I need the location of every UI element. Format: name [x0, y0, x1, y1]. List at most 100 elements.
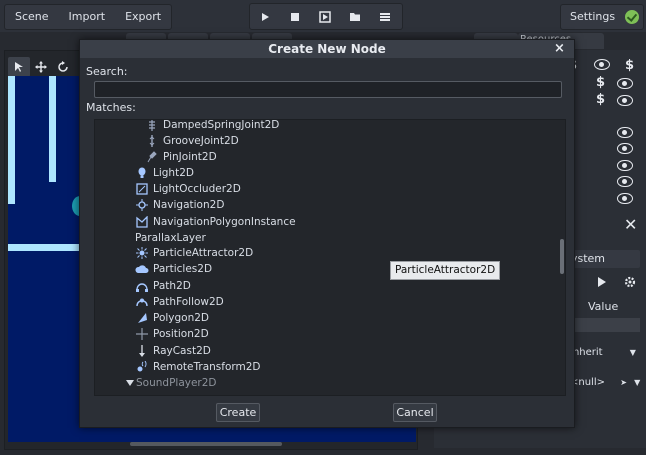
tree-item-label: RemoteTransform2D	[153, 361, 261, 373]
tree-item-label: GrooveJoint2D	[163, 135, 239, 147]
play-button[interactable]	[250, 4, 280, 29]
menu-scene[interactable]: Scene	[5, 5, 59, 29]
property-header: Value	[568, 300, 640, 314]
tooltip: ParticleAttractor2D	[390, 261, 501, 280]
tree-item-polygon[interactable]: Polygon2D	[135, 310, 209, 326]
tree-item-remote-transform[interactable]: RemoteTransform2D	[135, 359, 261, 375]
visibility-icon[interactable]	[617, 127, 633, 138]
list-icon	[380, 12, 390, 21]
tree-item-label: NavigationPolygonInstance	[153, 216, 296, 228]
create-node-dialog: Create New Node × Search: Matches: Dampe…	[79, 39, 575, 428]
tree-item-label: Light2D	[153, 167, 194, 179]
group-icon	[594, 59, 610, 70]
visibility-icon[interactable]	[617, 193, 633, 204]
chevron-right-icon: ➤	[620, 378, 627, 387]
tree-item-groove-joint[interactable]: GrooveJoint2D	[145, 133, 239, 149]
tree-item-raycast[interactable]: RayCast2D	[135, 343, 211, 359]
tree-item-label: Particles2D	[153, 263, 213, 275]
joint-icon	[145, 120, 159, 132]
tree-item-label: RayCast2D	[153, 345, 211, 357]
raycast-icon	[135, 344, 149, 358]
tree-item-label: LightOccluder2D	[153, 183, 241, 195]
resource-value: <null>	[570, 377, 605, 388]
create-button[interactable]: Create	[216, 403, 260, 422]
chevron-down-icon: ▼	[629, 348, 636, 357]
canvas-bar-middle	[49, 76, 56, 182]
tree-item-navigation[interactable]: Navigation2D	[135, 197, 224, 213]
matches-label: Matches:	[86, 101, 136, 114]
path-icon	[135, 279, 149, 293]
visibility-icon[interactable]	[617, 143, 633, 154]
light-occluder-icon	[135, 182, 149, 196]
chevron-down-icon: ▼	[634, 378, 641, 387]
play-icon[interactable]	[597, 276, 607, 288]
tree-item-light[interactable]: Light2D	[135, 165, 194, 181]
canvas-bar-left	[8, 76, 15, 204]
settings-label: Settings	[570, 10, 616, 23]
resource-field[interactable]: <null> ➤ ▼	[570, 377, 640, 388]
cancel-button[interactable]: Cancel	[393, 403, 437, 422]
expand-arrow-icon[interactable]	[125, 376, 135, 390]
polygon-icon	[135, 311, 149, 325]
tree-item-label: PinJoint2D	[163, 151, 217, 163]
tree-item-particles[interactable]: Particles2D	[135, 261, 212, 277]
playback-controls	[249, 3, 403, 30]
menu-import[interactable]: Import	[59, 5, 116, 29]
search-label: Search:	[86, 65, 128, 78]
particle-attractor-icon	[135, 246, 149, 260]
visibility-icon[interactable]	[617, 176, 633, 187]
rotate-icon	[58, 61, 68, 72]
tree-item-label: Path2D	[153, 280, 191, 292]
dialog-title: Create New Node	[268, 42, 386, 56]
tree-item-damped-spring-joint[interactable]: DampedSpringJoint2D	[145, 119, 280, 133]
rotate-tool-button[interactable]	[52, 57, 74, 77]
select-tool-button[interactable]	[8, 57, 30, 77]
tree-item-label: ParticleAttractor2D	[153, 247, 254, 259]
visibility-icon[interactable]	[617, 78, 633, 89]
search-input[interactable]	[94, 81, 562, 98]
tree-item-label: PathFollow2D	[153, 296, 224, 308]
property-row[interactable]	[568, 318, 640, 332]
gear-icon[interactable]	[624, 276, 636, 288]
move-tool-button[interactable]	[30, 57, 52, 77]
menu-export[interactable]: Export	[115, 5, 171, 29]
play-scene-icon	[319, 10, 331, 23]
tree-item-parallax-layer[interactable]: ParallaxLayer	[135, 230, 206, 246]
viewport-horizontal-scrollbar[interactable]	[130, 442, 282, 446]
play-icon	[262, 12, 269, 21]
pin-joint-icon	[145, 150, 159, 164]
inherit-dropdown[interactable]: Inherit ▼	[570, 347, 636, 358]
tree-item-sound-player[interactable]: SoundPlayer2D	[125, 375, 217, 391]
tree-item-pin-joint[interactable]: PinJoint2D	[145, 149, 217, 165]
matches-vertical-scrollbar[interactable]	[560, 239, 564, 274]
matches-tree[interactable]: DampedSpringJoint2D GrooveJoint2D PinJoi…	[94, 119, 566, 396]
groove-joint-icon	[145, 134, 159, 148]
tree-item-position[interactable]: Position2D	[135, 326, 209, 342]
move-icon	[35, 61, 47, 73]
play-scene-button[interactable]	[310, 4, 340, 29]
visibility-icon[interactable]	[617, 160, 633, 171]
debug-options-button[interactable]	[370, 4, 400, 29]
settings-button[interactable]: Settings	[560, 4, 644, 30]
main-menu: Scene Import Export	[4, 4, 173, 30]
script-icon[interactable]: $	[596, 75, 605, 90]
tree-item-path[interactable]: Path2D	[135, 278, 191, 294]
close-icon[interactable]: ✕	[624, 215, 637, 234]
dialog-titlebar: Create New Node ×	[80, 40, 574, 58]
tree-item-path-follow[interactable]: PathFollow2D	[135, 294, 224, 310]
navigation-icon	[135, 198, 149, 212]
tree-item-label: Navigation2D	[153, 199, 225, 211]
script-icon[interactable]: $	[625, 58, 634, 73]
play-custom-scene-button[interactable]	[340, 4, 370, 29]
stop-button[interactable]	[280, 4, 310, 29]
close-icon[interactable]: ×	[554, 41, 565, 56]
path-follow-icon	[135, 295, 149, 309]
tree-item-label: DampedSpringJoint2D	[163, 119, 280, 131]
tree-item-light-occluder[interactable]: LightOccluder2D	[135, 181, 241, 197]
stop-icon	[291, 12, 299, 21]
visibility-icon[interactable]	[617, 95, 633, 106]
tree-item-label: Polygon2D	[153, 312, 210, 324]
script-icon[interactable]: $	[596, 92, 605, 107]
tree-item-navigation-polygon[interactable]: NavigationPolygonInstance	[135, 214, 296, 230]
tree-item-particle-attractor[interactable]: ParticleAttractor2D	[135, 245, 253, 261]
